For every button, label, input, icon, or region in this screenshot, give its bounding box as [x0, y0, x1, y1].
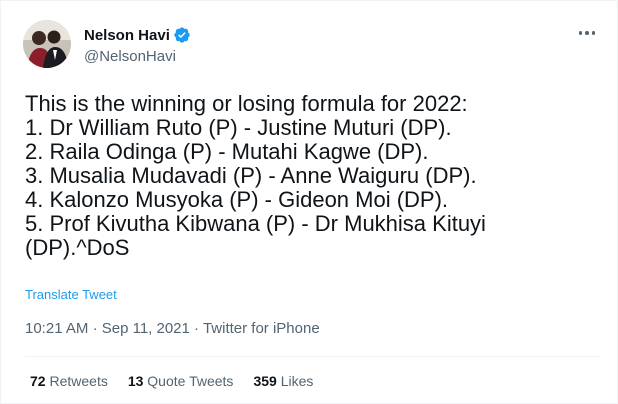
- likes-stat[interactable]: 359 Likes: [253, 373, 313, 389]
- tweet-metadata: 10:21 AM · Sep 11, 2021 · Twitter for iP…: [25, 320, 320, 337]
- avatar[interactable]: [23, 20, 71, 68]
- author-name-row: Nelson Havi: [84, 25, 191, 45]
- tweet-text-line: (DP).^DoS: [25, 235, 130, 260]
- author-info: Nelson Havi @NelsonHavi: [84, 25, 191, 65]
- tweet-date[interactable]: Sep 11, 2021: [102, 320, 190, 337]
- quote-tweets-stat[interactable]: 13 Quote Tweets: [128, 373, 234, 389]
- tweet-time[interactable]: 10:21 AM: [25, 320, 88, 337]
- retweets-stat[interactable]: 72 Retweets: [30, 373, 108, 389]
- translate-tweet-link[interactable]: Translate Tweet: [25, 287, 117, 302]
- avatar-photo: [23, 20, 71, 68]
- quotes-label: Quote Tweets: [147, 373, 234, 389]
- quotes-count: 13: [127, 373, 144, 389]
- more-dot: [591, 31, 596, 35]
- meta-separator: ·: [194, 320, 200, 337]
- divider: [25, 356, 601, 357]
- retweets-count: 72: [30, 373, 46, 389]
- more-dot: [585, 31, 589, 35]
- likes-count: 359: [253, 373, 277, 389]
- tweet-text-line: 5. Prof Kivutha Kibwana (P) - Dr Mukhisa…: [25, 211, 486, 236]
- retweets-label: Retweets: [49, 373, 108, 389]
- likes-label: Likes: [280, 373, 314, 389]
- tweet-text-line: 3. Musalia Mudavadi (P) - Anne Waiguru (…: [25, 163, 477, 188]
- tweet-text-line: This is the winning or losing formula fo…: [25, 91, 468, 116]
- display-name[interactable]: Nelson Havi: [84, 27, 170, 44]
- more-horizontal-icon[interactable]: [575, 23, 599, 43]
- tweet-text: This is the winning or losing formula fo…: [25, 92, 585, 260]
- verified-badge-icon: [173, 26, 191, 44]
- handle[interactable]: @NelsonHavi: [84, 48, 191, 65]
- tweet-text-line: 2. Raila Odinga (P) - Mutahi Kagwe (DP).: [25, 139, 429, 164]
- tweet-card: Nelson Havi @NelsonHavi This is the winn…: [0, 0, 618, 404]
- tweet-source[interactable]: Twitter for iPhone: [203, 320, 320, 337]
- tweet-stats: 72 Retweets 13 Quote Tweets 359 Likes: [30, 373, 313, 389]
- tweet-text-line: 4. Kalonzo Musyoka (P) - Gideon Moi (DP)…: [25, 187, 449, 212]
- more-dot: [578, 31, 583, 35]
- tweet-text-line: 1. Dr William Ruto (P) - Justine Muturi …: [25, 115, 452, 140]
- meta-separator: ·: [92, 320, 98, 337]
